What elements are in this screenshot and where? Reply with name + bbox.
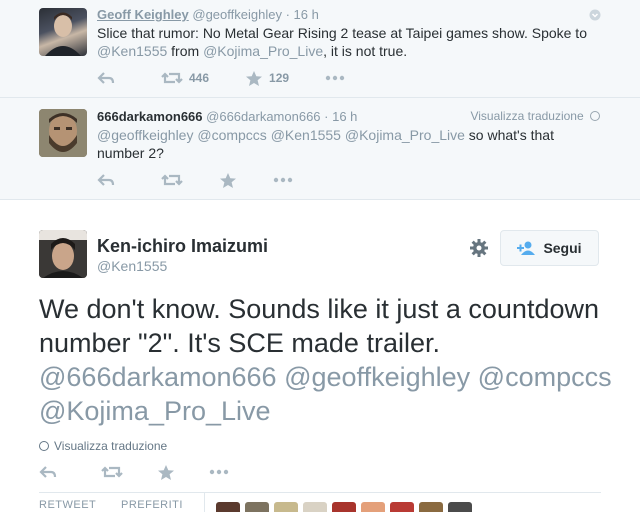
- retweet-stat-label[interactable]: RETWEET: [39, 499, 96, 511]
- tweet-actions: [39, 462, 257, 482]
- tweet-text: @geoffkeighley @compccs @Ken1555 @Kojima…: [97, 126, 604, 162]
- retweet-icon: [161, 72, 183, 84]
- text-segment: , it is not true.: [323, 43, 408, 59]
- reply-button[interactable]: [97, 173, 115, 187]
- favoriter-avatar[interactable]: [448, 502, 472, 512]
- stats-divider: [39, 492, 601, 493]
- more-button[interactable]: [325, 75, 345, 81]
- avatar-image: [39, 109, 87, 157]
- text-segment: [277, 362, 285, 392]
- favorite-button[interactable]: [219, 172, 237, 189]
- avatar-image: [39, 230, 87, 278]
- favorite-icon: [158, 464, 174, 480]
- text-segment: [470, 362, 478, 392]
- mention-link[interactable]: @compccs: [478, 362, 612, 392]
- mention-link[interactable]: @666darkamon666: [39, 362, 277, 392]
- mention-link[interactable]: @Ken1555: [271, 127, 341, 143]
- tweet-text: We don't know. Sounds like it just a cou…: [39, 292, 619, 428]
- globe-icon: [590, 111, 600, 121]
- reply-icon: [97, 72, 115, 84]
- mention-link[interactable]: @Ken1555: [97, 43, 167, 59]
- translate-link[interactable]: Visualizza traduzione: [39, 439, 167, 453]
- retweet-count: 446: [189, 71, 210, 85]
- globe-icon: [39, 441, 49, 451]
- mention-link[interactable]: @geoffkeighley: [284, 362, 470, 392]
- favoriter-avatars: [216, 502, 477, 512]
- retweet-button[interactable]: [101, 465, 123, 479]
- follow-user-icon: [517, 241, 536, 255]
- retweet-button[interactable]: 446: [161, 71, 209, 85]
- text-segment: We don't know. Sounds like it just a cou…: [39, 294, 599, 358]
- favoriter-avatar[interactable]: [390, 502, 414, 512]
- author-name[interactable]: 666darkamon666: [97, 109, 203, 124]
- mention-link[interactable]: @Kojima_Pro_Live: [203, 43, 323, 59]
- tweet-text: Slice that rumor: No Metal Gear Rising 2…: [97, 24, 604, 60]
- more-icon: [273, 177, 293, 183]
- more-icon: [325, 75, 345, 81]
- favorite-button[interactable]: 129: [245, 70, 289, 87]
- tweet-actions: [97, 170, 321, 190]
- author-handle[interactable]: @geoffkeighley: [192, 7, 282, 22]
- dropdown-chevron-icon[interactable]: [589, 9, 601, 21]
- text-segment: from: [167, 43, 204, 59]
- author-handle[interactable]: @666darkamon666: [206, 109, 320, 124]
- tweet-time[interactable]: · 16 h: [286, 7, 319, 22]
- avatar[interactable]: [39, 230, 87, 278]
- retweet-icon: [161, 174, 183, 186]
- tweet-geoffkeighley[interactable]: Geoff Keighley @geoffkeighley · 16 h Sli…: [0, 0, 640, 98]
- favorite-button[interactable]: [157, 464, 175, 481]
- mention-link[interactable]: @geoffkeighley: [97, 127, 193, 143]
- favoriter-avatar[interactable]: [274, 502, 298, 512]
- reply-button[interactable]: [97, 71, 115, 85]
- author-handle[interactable]: @Ken1555: [97, 258, 167, 274]
- retweet-button[interactable]: [161, 173, 183, 187]
- favoriter-avatar[interactable]: [303, 502, 327, 512]
- translate-label: Visualizza traduzione: [54, 439, 168, 453]
- favoriter-avatar[interactable]: [245, 502, 269, 512]
- reply-icon: [39, 466, 57, 478]
- tweet-actions: 446 129: [97, 68, 373, 88]
- more-button[interactable]: [273, 177, 293, 183]
- favoriter-avatar[interactable]: [419, 502, 443, 512]
- reply-icon: [97, 174, 115, 186]
- tweet-content: Geoff Keighley @geoffkeighley · 16 h Sli…: [97, 6, 604, 60]
- favorite-icon: [220, 172, 236, 188]
- text-segment: Slice that rumor: No Metal Gear Rising 2…: [97, 25, 587, 41]
- favorites-stat-label[interactable]: PREFERITI: [121, 499, 183, 511]
- mention-link[interactable]: @Kojima_Pro_Live: [345, 127, 465, 143]
- favoriter-avatar[interactable]: [332, 502, 356, 512]
- translate-label: Visualizza traduzione: [470, 109, 584, 123]
- favorite-count: 129: [269, 71, 290, 85]
- stats-separator: [204, 493, 205, 512]
- favorite-icon: [246, 70, 263, 86]
- gear-icon[interactable]: [469, 238, 489, 258]
- tweet-666darkamon666[interactable]: 666darkamon666 @666darkamon666 · 16 h @g…: [0, 98, 640, 200]
- follow-label: Segui: [543, 240, 582, 256]
- more-button[interactable]: [209, 469, 229, 475]
- more-icon: [209, 469, 229, 475]
- mention-link[interactable]: @compccs: [197, 127, 266, 143]
- avatar[interactable]: [39, 109, 87, 157]
- tweet-header: Geoff Keighley @geoffkeighley · 16 h: [97, 6, 604, 24]
- avatar[interactable]: [39, 8, 87, 56]
- favoriter-avatar[interactable]: [361, 502, 385, 512]
- favoriter-avatar[interactable]: [216, 502, 240, 512]
- retweet-icon: [101, 466, 123, 478]
- follow-button[interactable]: Segui: [500, 230, 599, 266]
- translate-link[interactable]: Visualizza traduzione: [470, 109, 600, 123]
- mention-link[interactable]: @Kojima_Pro_Live: [39, 396, 271, 426]
- reply-button[interactable]: [39, 465, 57, 479]
- author-name[interactable]: Geoff Keighley: [97, 7, 189, 22]
- avatar-image: [45, 12, 81, 56]
- tweet-time[interactable]: · 16 h: [324, 109, 357, 124]
- author-name[interactable]: Ken-ichiro Imaizumi: [97, 236, 268, 257]
